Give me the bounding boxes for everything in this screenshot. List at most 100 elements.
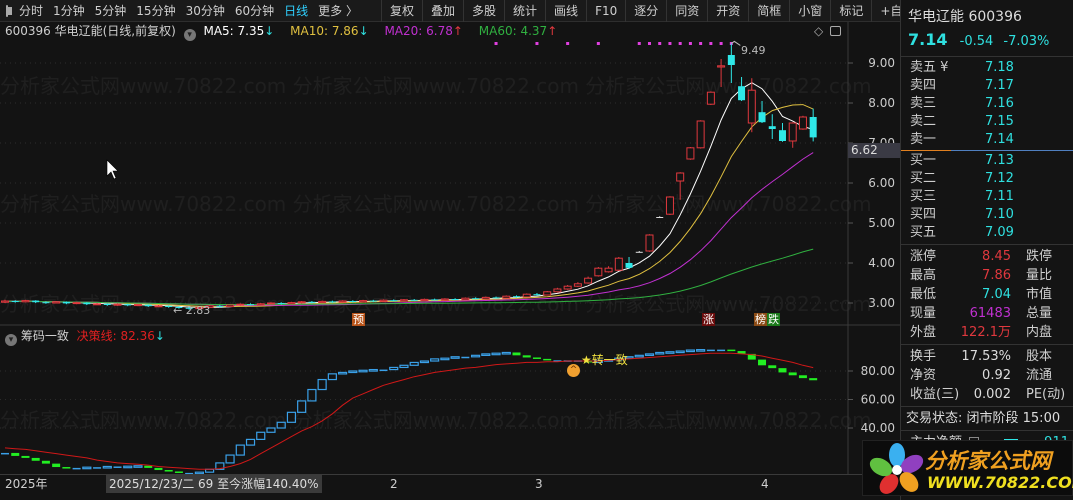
indicator-box-up (450, 356, 460, 359)
stat-label-2: 总量 (1026, 306, 1053, 321)
stat-label-2: 内盘 (1026, 325, 1053, 340)
candle-up (706, 91, 715, 105)
signal-dot (647, 42, 651, 45)
signal-dot (668, 42, 672, 45)
ask-list: 卖五 ¥ 7.18 卖四 7.17 卖三 7.16 卖二 7.15 卖一 7.14 (901, 59, 1073, 149)
candle-up (604, 267, 613, 273)
candle-down (32, 300, 40, 303)
bid-label: 买五 (910, 225, 937, 240)
ask-row[interactable]: 卖五 ¥ 7.18 (901, 59, 1073, 77)
candle-up (52, 301, 61, 304)
chart-info-bar: 600396 华电辽能(日线,前复权) ▾ MA5: 7.35↓ MA10: 7… (0, 22, 848, 41)
ask-row[interactable]: 卖一 7.14 (901, 131, 1073, 149)
signal-dot (678, 42, 682, 45)
candle-up (665, 196, 674, 215)
indicator-box-down (778, 368, 787, 373)
bid-row[interactable]: 买一 7.13 (901, 152, 1073, 170)
candle-down (778, 130, 786, 141)
indicator-box-down (522, 355, 531, 358)
indicator-box-up (123, 465, 133, 469)
candle-down (809, 117, 817, 138)
signal-dot (719, 42, 723, 45)
candle-up (399, 299, 408, 302)
candle-up (440, 298, 449, 301)
stat-row: 最高 7.86 量比 (901, 266, 1073, 285)
decision-line-label: 决策线: 82.36 (76, 329, 155, 343)
ask-row[interactable]: 卖四 7.17 (901, 77, 1073, 95)
stat-label: 最低 (910, 287, 937, 302)
bid-row[interactable]: 买二 7.12 (901, 170, 1073, 188)
collapse-icon[interactable]: ▾ (5, 334, 17, 346)
bid-row[interactable]: 买五 7.09 (901, 224, 1073, 242)
stat-label: 现量 (910, 306, 937, 321)
ask-row[interactable]: 卖二 7.15 (901, 113, 1073, 131)
signal-dot (596, 42, 600, 45)
candle-up (594, 267, 603, 277)
indicator-box-down (41, 460, 50, 464)
stat-row: 外盘 122.1万 内盘 (901, 323, 1073, 342)
flower-logo-icon (869, 443, 924, 494)
indicator-box-up (245, 438, 256, 446)
price-row: 7.14 -0.54 -7.03% (901, 30, 1073, 54)
bid-label: 买四 (910, 207, 937, 222)
indicator-box-up (634, 354, 644, 358)
fall-marker: 跌 (767, 313, 780, 326)
indicator-box-down (62, 467, 71, 469)
stat-label-2: 跌停 (1026, 249, 1053, 264)
stat-value: 8.45 (982, 249, 1011, 264)
stat-row: 收益(三) 0.002 PE(动) (901, 385, 1073, 404)
stat-value: 122.1万 (960, 325, 1011, 340)
high-price-label: 9.49 (741, 44, 766, 57)
indicator-box-up (430, 358, 440, 362)
stats-list-2: 换手 17.53% 股本 净资 0.92 流通 收益(三) 0.002 PE(动) (901, 347, 1073, 404)
indicator-box-flat (461, 356, 470, 359)
up-arrow-icon: ↑ (547, 24, 558, 38)
price-tick-label: 9.00 (868, 56, 895, 70)
candle-down (533, 294, 541, 296)
logo-url: WWW.70822.COM (927, 473, 1073, 492)
indicator-tick-label: 60.00 (861, 393, 895, 407)
indicator-box-up (644, 353, 655, 356)
indicator-box-up (337, 371, 348, 375)
candle-down (390, 300, 398, 302)
stat-value: 7.86 (982, 268, 1011, 283)
bid-label: 买二 (910, 171, 937, 186)
candle-up (747, 89, 756, 124)
indicator-box-down (174, 471, 183, 473)
kline-chart[interactable]: 9.008.007.006.005.004.003.0080.0060.0040… (0, 0, 900, 500)
indicator-box-up (235, 444, 245, 456)
signal-up-icon: ^ (567, 364, 580, 377)
turn-consistent-label: ★转一致 (581, 353, 628, 367)
panel-toggle-icon[interactable] (830, 26, 841, 36)
candle-up (717, 65, 726, 68)
indicator-header: ▾ 筹码一致 决策线: 82.36↓ (0, 327, 165, 346)
collapse-icon[interactable]: ▾ (183, 29, 196, 41)
candle-up (645, 234, 654, 252)
diamond-icon[interactable]: ◇ (814, 22, 823, 40)
indicator-box-down (52, 463, 61, 468)
candle-up (584, 277, 593, 284)
candle-up (266, 302, 275, 305)
indicator-box-up (133, 465, 143, 468)
signal-dot (688, 42, 692, 45)
price-tick-label: 8.00 (868, 96, 895, 110)
bid-row[interactable]: 买四 7.10 (901, 206, 1073, 224)
stat-value: 0.92 (982, 368, 1011, 383)
stat-label-2: 市值 (1026, 287, 1053, 302)
indicator-box-down (512, 352, 521, 356)
candle-doji (656, 217, 664, 218)
candle-up (798, 116, 807, 130)
indicator-name[interactable]: 筹码一致 (21, 329, 69, 343)
candle-up (676, 172, 685, 182)
candle-up (133, 304, 142, 307)
bid-row[interactable]: 买三 7.11 (901, 188, 1073, 206)
indicator-box-down (31, 457, 40, 461)
signal-dot (658, 42, 662, 45)
price-tick-label: 6.00 (868, 176, 895, 190)
candle-down (727, 55, 735, 65)
stat-label: 最高 (910, 268, 937, 283)
ask-row[interactable]: 卖三 7.16 (901, 95, 1073, 113)
indicator-box-down (21, 455, 30, 458)
candle-up (154, 305, 163, 308)
ask-label: 卖二 (910, 114, 937, 129)
